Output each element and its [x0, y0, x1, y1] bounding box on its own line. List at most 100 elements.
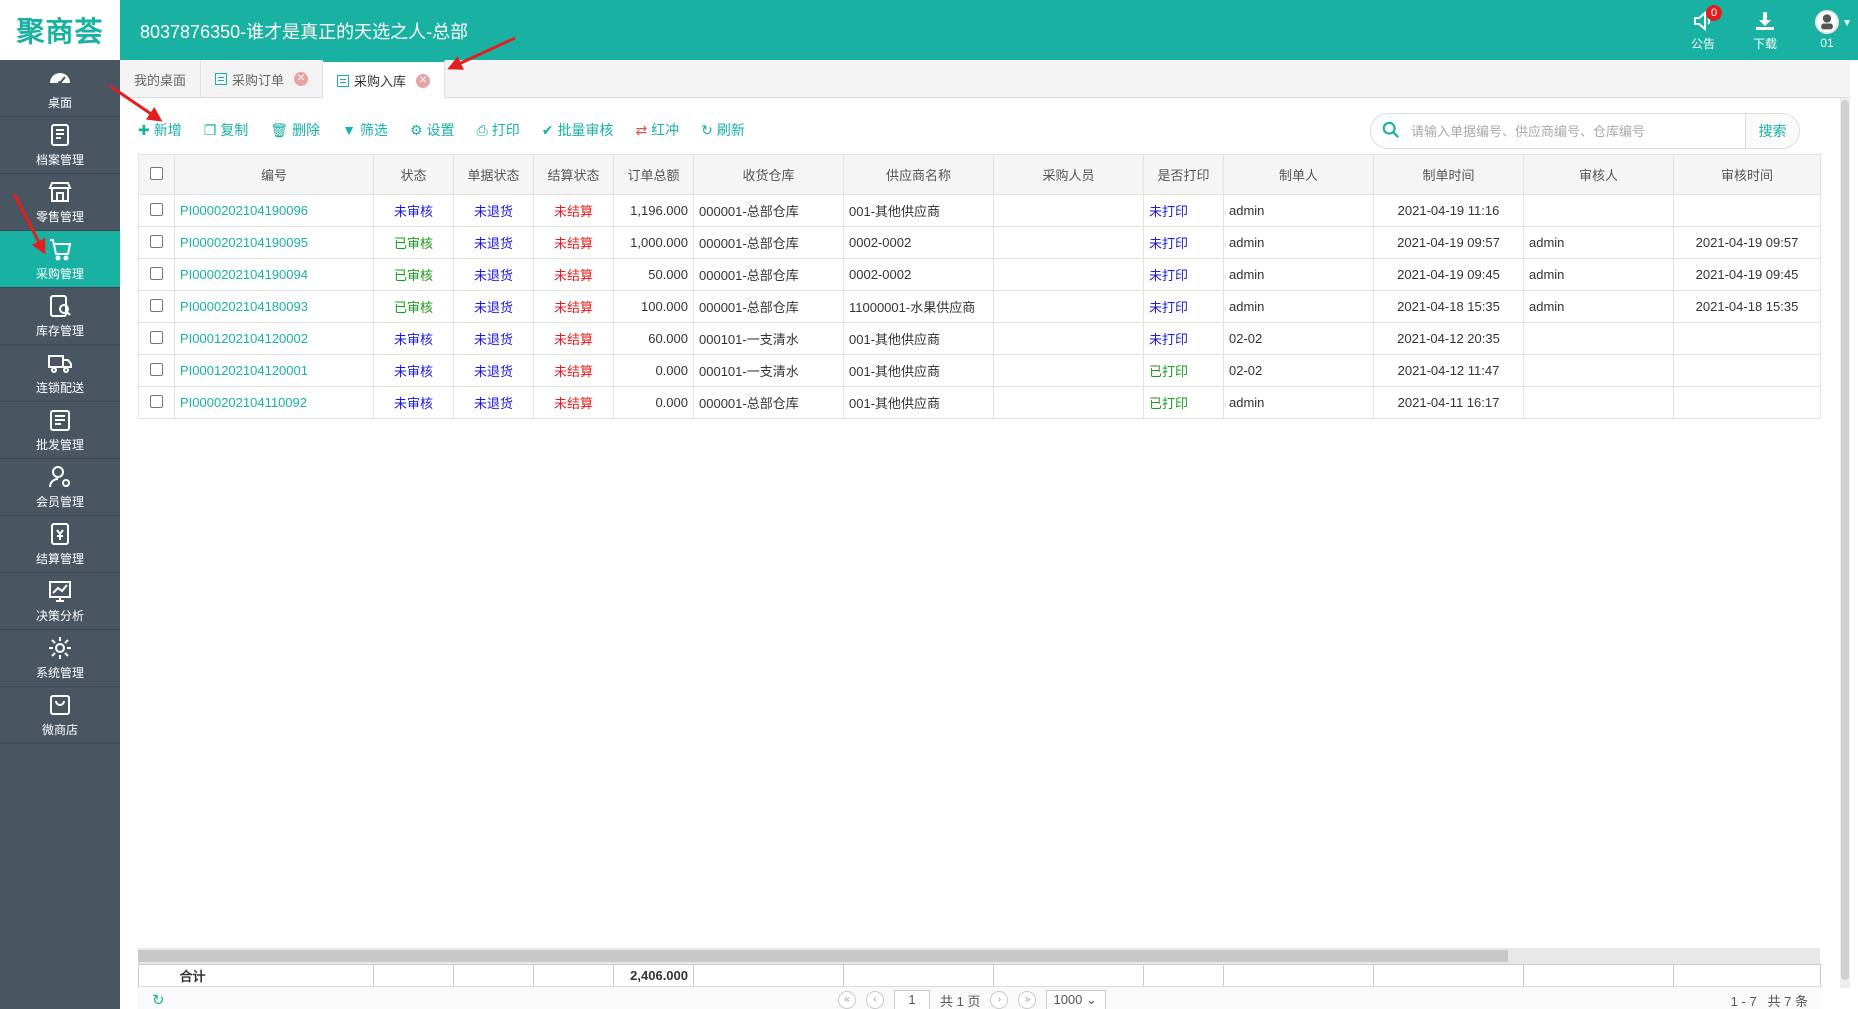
- sidebar-item-analysis[interactable]: 决策分析: [0, 573, 120, 630]
- printed-cell: 已打印: [1143, 386, 1224, 419]
- document-number-cell[interactable]: PI0001202104120002: [174, 322, 374, 355]
- print-button[interactable]: ⎙ 打印: [477, 120, 520, 140]
- creator-cell: admin: [1223, 258, 1374, 291]
- audited-time-cell: [1673, 322, 1821, 355]
- document-number-cell[interactable]: PI0000202104190094: [174, 258, 374, 291]
- created-time-cell: 2021-04-12 11:47: [1373, 354, 1524, 387]
- download-button[interactable]: 下载: [1734, 0, 1796, 60]
- amount-cell: 0.000: [613, 354, 694, 387]
- scrollbar-thumb[interactable]: [138, 950, 1508, 962]
- logo-text: 聚商荟: [16, 15, 104, 48]
- app-logo[interactable]: 聚商荟: [0, 0, 120, 60]
- sidebar-item-system[interactable]: 系统管理: [0, 630, 120, 687]
- last-page-icon[interactable]: »: [1018, 991, 1037, 1009]
- document-number-cell[interactable]: PI0001202104120001: [174, 354, 374, 387]
- summary-cell: [138, 964, 175, 987]
- sidebar-item-microshop[interactable]: 微商店: [0, 687, 120, 744]
- tab-label: 采购订单: [232, 72, 285, 88]
- sidebar-item-inventory[interactable]: 库存管理: [0, 288, 120, 345]
- refresh-button[interactable]: ↻ 刷新: [701, 120, 745, 140]
- column-header[interactable]: 状态: [373, 154, 454, 195]
- sidebar-item-retail[interactable]: 零售管理: [0, 174, 120, 231]
- summary-cell: [843, 964, 994, 987]
- tab-my-desktop[interactable]: 我的桌面: [120, 60, 202, 98]
- refresh-icon[interactable]: ↻: [152, 991, 165, 1009]
- row-checkbox[interactable]: [150, 202, 163, 216]
- total-pages: 共 1 页: [940, 993, 981, 1009]
- pagination-nav: « ‹ 1 共 1 页 › » 1000 ⌄: [838, 990, 1107, 1009]
- pagination-bar: ↻ « ‹ 1 共 1 页 › » 1000 ⌄ 1 - 7 共 7 条: [138, 986, 1820, 1009]
- audited-time-cell: 2021-04-18 15:35: [1673, 290, 1821, 323]
- close-icon[interactable]: ✕: [416, 73, 431, 88]
- next-page-icon[interactable]: ›: [990, 991, 1009, 1009]
- filter-button[interactable]: ▼ 筛选: [342, 120, 388, 140]
- red-offset-button[interactable]: ⇄ 红冲: [635, 120, 679, 140]
- table-row[interactable]: PI0000202104190096 未审核 未退货 未结算 1,196.000 0000…: [138, 194, 1821, 227]
- vertical-scrollbar[interactable]: [1840, 98, 1850, 988]
- column-header[interactable]: 是否打印: [1143, 154, 1224, 195]
- row-checkbox[interactable]: [150, 266, 163, 280]
- search-button[interactable]: 搜索: [1745, 114, 1799, 148]
- column-header[interactable]: 制单人: [1223, 154, 1374, 195]
- column-header[interactable]: 单据状态: [453, 154, 534, 195]
- sidebar-item-distribution[interactable]: 连锁配送: [0, 345, 120, 402]
- column-header[interactable]: 收货仓库: [693, 154, 844, 195]
- column-header[interactable]: 结算状态: [533, 154, 614, 195]
- chevron-down-icon: ⌄: [1086, 992, 1097, 1007]
- row-checkbox[interactable]: [150, 394, 163, 408]
- sidebar-item-purchase[interactable]: 采购管理: [0, 231, 120, 288]
- document-number-cell[interactable]: PI0000202104180093: [174, 290, 374, 323]
- sidebar-item-member[interactable]: 会员管理: [0, 459, 120, 516]
- delete-button[interactable]: 🗑 删除: [270, 120, 320, 140]
- page-size-select[interactable]: 1000 ⌄: [1046, 990, 1107, 1009]
- add-button[interactable]: ✚ 新增: [138, 120, 182, 140]
- scrollbar-thumb[interactable]: [1841, 100, 1849, 980]
- table-row[interactable]: PI0001202104120001 未审核 未退货 未结算 0.000 000101-一…: [138, 354, 1821, 387]
- tab-purchase-inbound[interactable]: 采购入库 ✕: [323, 60, 446, 99]
- notice-button[interactable]: 0 公告: [1672, 0, 1734, 60]
- table-row[interactable]: PI0000202104190094 已审核 未退货 未结算 50.000 000001-…: [138, 258, 1821, 291]
- sidebar-item-desktop[interactable]: 桌面: [0, 60, 120, 117]
- table-row[interactable]: PI0000202104190095 已审核 未退货 未结算 1,000.000 0000…: [138, 226, 1821, 259]
- column-header[interactable]: 供应商名称: [843, 154, 994, 195]
- prev-page-icon[interactable]: ‹: [866, 991, 884, 1009]
- row-select-cell: [138, 194, 175, 227]
- document-number-cell[interactable]: PI0000202104190095: [174, 226, 374, 259]
- top-header: 聚商荟 8037876350-谁才是真正的天选之人-总部 0 公告 下载 01 …: [0, 0, 1858, 60]
- tab-purchase-order[interactable]: 采购订单 ✕: [201, 60, 324, 98]
- row-checkbox[interactable]: [150, 234, 163, 248]
- sidebar-item-wholesale[interactable]: 批发管理: [0, 402, 120, 459]
- column-header[interactable]: 采购人员: [993, 154, 1144, 195]
- column-header[interactable]: 制单时间: [1373, 154, 1524, 195]
- tab-bar: 我的桌面 采购订单 ✕ 采购入库 ✕: [120, 60, 1850, 99]
- red-offset-label: 红冲: [651, 122, 680, 138]
- first-page-icon[interactable]: «: [838, 991, 856, 1009]
- table-row[interactable]: PI0000202104180093 已审核 未退货 未结算 100.000 000001…: [138, 290, 1821, 323]
- row-checkbox[interactable]: [150, 362, 163, 376]
- select-all-checkbox[interactable]: [150, 166, 163, 180]
- table-row[interactable]: PI0001202104120002 未审核 未退货 未结算 60.000 000101-…: [138, 322, 1821, 355]
- download-icon: [1756, 11, 1774, 30]
- document-number-cell[interactable]: PI0000202104110092: [174, 386, 374, 419]
- column-header[interactable]: 审核人: [1523, 154, 1674, 195]
- batch-audit-button[interactable]: ✔ 批量审核: [542, 120, 614, 140]
- row-checkbox[interactable]: [150, 330, 163, 344]
- page-number-input[interactable]: 1: [894, 990, 930, 1009]
- settle-status-cell: 未结算: [533, 226, 614, 259]
- copy-button[interactable]: ❐ 复制: [204, 120, 249, 140]
- supplier-cell: 001-其他供应商: [843, 194, 994, 227]
- column-header[interactable]: 审核时间: [1673, 154, 1821, 195]
- buyer-cell: [993, 226, 1144, 259]
- sidebar-item-settlement[interactable]: 结算管理: [0, 516, 120, 573]
- horizontal-scrollbar[interactable]: [138, 948, 1820, 964]
- row-checkbox[interactable]: [150, 298, 163, 312]
- user-menu[interactable]: 01 ▼: [1796, 0, 1858, 60]
- column-header[interactable]: 编号: [174, 154, 374, 195]
- sidebar-item-archive[interactable]: 档案管理: [0, 117, 120, 174]
- column-header[interactable]: 订单总额: [613, 154, 694, 195]
- table-row[interactable]: PI0000202104110092 未审核 未退货 未结算 0.000 000001-总…: [138, 386, 1821, 419]
- settings-button[interactable]: ⚙ 设置: [410, 120, 455, 140]
- search-input[interactable]: [1411, 114, 1745, 148]
- close-icon[interactable]: ✕: [294, 72, 309, 86]
- document-number-cell[interactable]: PI0000202104190096: [174, 194, 374, 227]
